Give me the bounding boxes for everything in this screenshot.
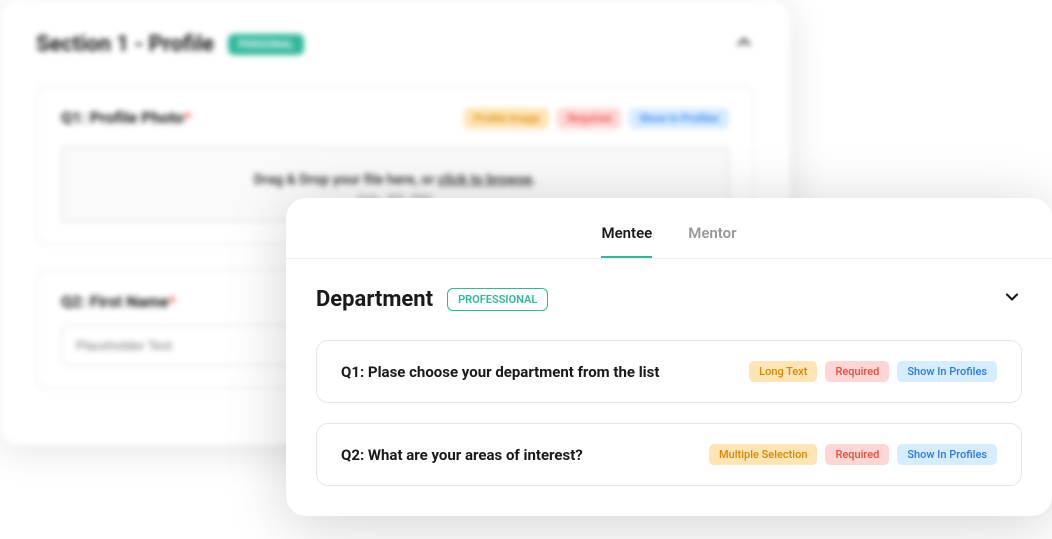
tag-type: Profile Image	[464, 108, 550, 129]
question-title: Q1: Plase choose your department from th…	[341, 363, 659, 381]
section-title-wrap: Section 1 - Profile PERSONAL	[36, 32, 304, 57]
question-title: Q2: What are your areas of interest?	[341, 446, 583, 464]
dropzone-text: Drag & Drop your file here, or click to …	[62, 172, 728, 188]
section-title: Section 1 - Profile	[36, 32, 214, 57]
section-title: Department	[316, 287, 433, 312]
question-title: Q2: First Name*	[61, 292, 176, 311]
required-indicator-icon: *	[169, 292, 176, 311]
chevron-down-icon[interactable]	[1002, 287, 1022, 312]
tabs-row: Mentee Mentor	[286, 198, 1052, 259]
tag-row: Profile Image Required Show In Profiles	[464, 108, 729, 129]
tag-show-in-profiles: Show In Profiles	[897, 361, 997, 382]
question-prefix: Q2:	[61, 292, 90, 311]
browse-link[interactable]: click to browse	[438, 172, 532, 188]
section-header: Department PROFESSIONAL	[316, 287, 1022, 312]
section-header: Section 1 - Profile PERSONAL	[36, 32, 754, 57]
tag-required: Required	[825, 444, 889, 465]
tab-mentor[interactable]: Mentor	[688, 224, 736, 258]
tag-type: Multiple Selection	[709, 444, 817, 465]
card-body: Department PROFESSIONAL Q1: Plase choose…	[286, 259, 1052, 516]
tag-type: Long Text	[749, 361, 817, 382]
section-badge-professional: PROFESSIONAL	[447, 288, 548, 311]
tag-show-in-profiles: Show In Profiles	[897, 444, 997, 465]
department-card: Mentee Mentor Department PROFESSIONAL Q1…	[286, 198, 1052, 516]
question-card-q1[interactable]: Q1: Plase choose your department from th…	[316, 340, 1022, 403]
question-text: Profile Photo	[90, 108, 184, 127]
question-header: Q1: Profile Photo* Profile Image Require…	[61, 108, 729, 129]
chevron-up-icon[interactable]	[734, 32, 754, 57]
question-title: Q1: Profile Photo*	[61, 108, 191, 127]
tag-required: Required	[557, 108, 621, 129]
tag-row: Multiple Selection Required Show In Prof…	[709, 444, 997, 465]
question-text: First Name	[90, 292, 169, 311]
dropzone-suffix: .	[532, 172, 536, 188]
tag-row: Long Text Required Show In Profiles	[749, 361, 997, 382]
tag-required: Required	[825, 361, 889, 382]
required-indicator-icon: *	[184, 108, 191, 127]
tag-show-in-profiles: Show In Profiles	[629, 108, 729, 129]
dropzone-main-text: Drag & Drop your file here, or	[254, 172, 438, 188]
question-card-q2[interactable]: Q2: What are your areas of interest? Mul…	[316, 423, 1022, 486]
question-prefix: Q1:	[61, 108, 90, 127]
section-title-wrap: Department PROFESSIONAL	[316, 287, 548, 312]
tab-mentee[interactable]: Mentee	[601, 224, 652, 258]
section-badge-personal: PERSONAL	[228, 34, 304, 55]
